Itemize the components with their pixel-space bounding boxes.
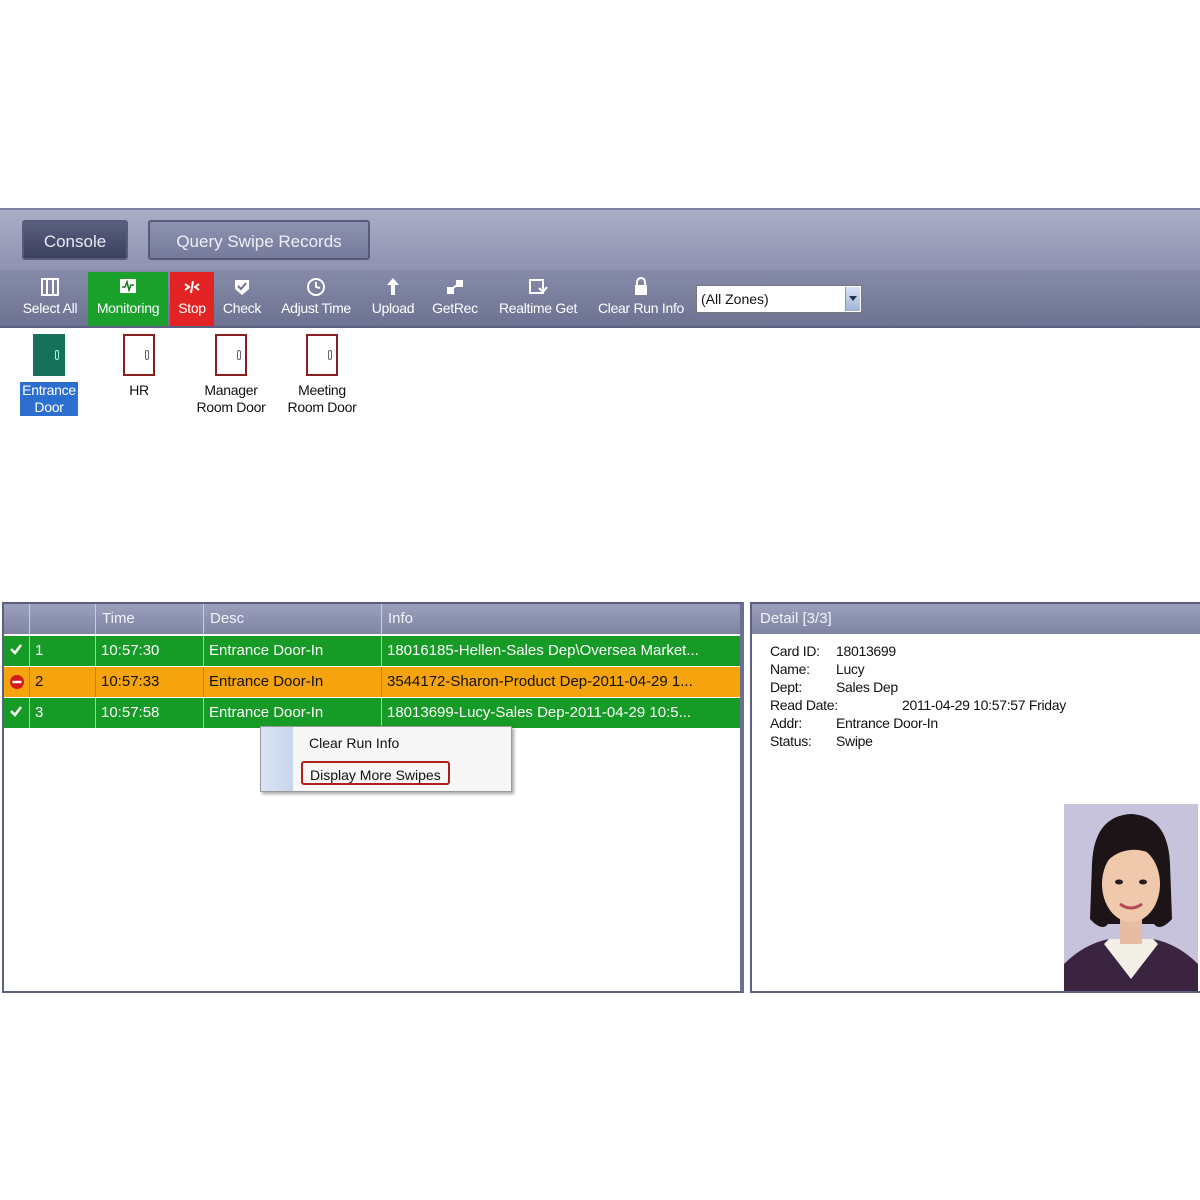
row-time: 10:57:58 [96,698,204,728]
shield-check-icon [235,280,249,295]
row-time: 10:57:33 [96,667,204,697]
row-info: 18016185-Hellen-Sales Dep\Oversea Market… [387,642,699,659]
door-name: Entrance Door [20,382,78,416]
upload-arrow-icon [387,278,399,295]
monitoring-button[interactable]: Monitoring [88,272,168,326]
realtime-get-button[interactable]: Realtime Get [494,272,582,326]
row-number: 3 [30,698,96,728]
door-name: Manager Room Door [196,382,266,415]
detail-panel: Detail [3/3] Card ID: 18013699 Name: Lucy … [750,602,1200,993]
row-info: 3544172-Sharon-Product Dep-2011-04-29 1.… [387,673,693,690]
tab-console[interactable]: Console [22,220,128,260]
header-status[interactable] [4,604,30,634]
door-manager-room[interactable]: Manager Room Door [186,334,276,416]
menu-gutter [261,727,293,791]
table-row[interactable]: 2 10:57:33 Entrance Door-In 3544172-Shar… [4,667,740,697]
realtime-icon [529,279,548,294]
door-meeting-room[interactable]: Meeting Room Door [277,334,367,416]
tab-bar: Console Query Swipe Records [0,208,1200,270]
adjust-time-button[interactable]: Adjust Time [276,272,356,326]
zone-select-value: (All Zones) [701,291,769,307]
door-icon [33,334,65,376]
detail-header: Detail [3/3] [752,604,1200,634]
clear-run-info-button[interactable]: Clear Run Info [592,272,690,326]
status-ok-icon [4,698,30,728]
door-entrance[interactable]: Entrance Door [4,334,94,416]
monitor-pulse-icon [120,279,136,293]
toolbar: Select All Monitoring Stop Check Adjust … [0,270,1200,328]
status-error-icon [4,667,30,697]
row-info: 18013699-Lucy-Sales Dep-2011-04-29 10:5.… [387,704,692,721]
select-all-button[interactable]: Select All [16,272,84,326]
door-icon [215,334,247,376]
header-number[interactable] [30,604,96,634]
dropdown-arrow-button[interactable] [845,287,860,311]
clear-run-info-label: Clear Run Info [597,300,685,316]
row-desc: Entrance Door-In [204,636,382,666]
door-panel: Entrance Door HR Manager Room Door Meeting… [0,328,1200,598]
getrec-button[interactable]: GetRec [428,272,482,326]
stop-label: Stop [178,300,206,316]
row-desc: Entrance Door-In [204,698,382,728]
door-icon [306,334,338,376]
context-menu: Clear Run Info Display More Swipes [260,726,512,792]
door-name: Meeting Room Door [287,382,357,415]
lock-icon [635,277,647,295]
clock-icon [307,278,325,296]
zone-select[interactable]: (All Zones) [696,285,862,313]
check-label: Check [222,300,262,316]
header-time[interactable]: Time [96,604,204,634]
header-info[interactable]: Info [382,604,742,634]
row-number: 1 [30,636,96,666]
upload-label: Upload [371,300,415,316]
row-number: 2 [30,667,96,697]
stop-icon [184,280,200,294]
cardholder-photo [1064,804,1198,991]
monitoring-label: Monitoring [96,300,160,316]
realtime-get-label: Realtime Get [498,300,578,316]
header-desc[interactable]: Desc [204,604,382,634]
chevron-down-icon [849,296,857,301]
stop-button[interactable]: Stop [170,272,214,326]
door-name: HR [129,382,149,398]
select-all-label: Select All [22,300,78,316]
row-time: 10:57:30 [96,636,204,666]
upload-button[interactable]: Upload [366,272,420,326]
check-button[interactable]: Check [218,272,266,326]
door-hr[interactable]: HR [94,334,184,399]
menu-item-clear-run-info[interactable]: Clear Run Info [309,731,399,755]
records-icon [447,280,463,294]
menu-item-display-more-swipes[interactable]: Display More Swipes [301,761,450,785]
access-control-window: Console Query Swipe Records Select All M… [0,208,1200,993]
grid-select-icon [41,278,59,296]
getrec-label: GetRec [432,300,478,316]
row-desc: Entrance Door-In [204,667,382,697]
adjust-time-label: Adjust Time [281,300,351,316]
table-row[interactable]: 3 10:57:58 Entrance Door-In 18013699-Luc… [4,698,740,728]
grid-header: Time Desc Info [4,604,740,634]
table-row[interactable]: 1 10:57:30 Entrance Door-In 18016185-Hel… [4,636,740,666]
door-icon [123,334,155,376]
tab-query-swipe-records[interactable]: Query Swipe Records [148,220,370,260]
status-ok-icon [4,636,30,666]
swipe-records-grid: Time Desc Info 1 10:57:30 Entrance Door-… [2,602,744,993]
